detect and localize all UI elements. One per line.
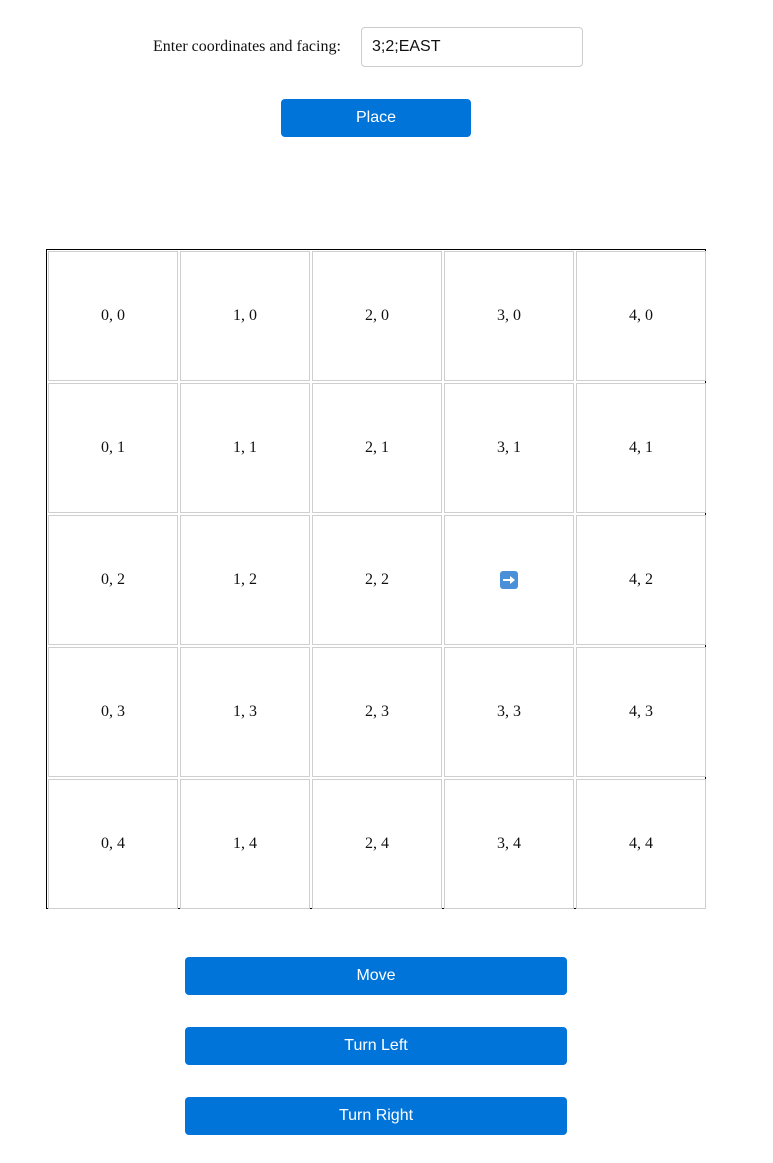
coordinates-form: Enter coordinates and facing: bbox=[0, 27, 773, 67]
grid-cell: 0, 3 bbox=[48, 647, 178, 777]
grid-cell: 1, 1 bbox=[180, 383, 310, 513]
grid-cell: 4, 1 bbox=[576, 383, 706, 513]
grid-cell: 0, 0 bbox=[48, 251, 178, 381]
grid-cell: 1, 2 bbox=[180, 515, 310, 645]
grid-cell: 0, 2 bbox=[48, 515, 178, 645]
grid-cell: 2, 4 bbox=[312, 779, 442, 909]
grid-cell: 3, 1 bbox=[444, 383, 574, 513]
grid-cell: 4, 2 bbox=[576, 515, 706, 645]
turn-left-button[interactable]: Turn Left bbox=[185, 1027, 567, 1065]
turn-right-button[interactable]: Turn Right bbox=[185, 1097, 567, 1135]
move-button[interactable]: Move bbox=[185, 957, 567, 995]
grid-cell: 2, 0 bbox=[312, 251, 442, 381]
grid-cell: 3, 4 bbox=[444, 779, 574, 909]
board-grid: 0, 0 1, 0 2, 0 3, 0 4, 0 0, 1 1, 1 2, 1 … bbox=[46, 249, 706, 909]
grid-cell: 2, 1 bbox=[312, 383, 442, 513]
grid-cell: 2, 3 bbox=[312, 647, 442, 777]
grid-cell: 3, 3 bbox=[444, 647, 574, 777]
grid-cell: 0, 4 bbox=[48, 779, 178, 909]
right-arrow-icon bbox=[500, 571, 518, 589]
place-button[interactable]: Place bbox=[281, 99, 471, 137]
robot-cell bbox=[444, 515, 574, 645]
grid-cell: 1, 4 bbox=[180, 779, 310, 909]
grid-cell: 4, 0 bbox=[576, 251, 706, 381]
grid-cell: 1, 0 bbox=[180, 251, 310, 381]
coordinates-input[interactable] bbox=[361, 27, 583, 67]
grid-cell: 2, 2 bbox=[312, 515, 442, 645]
grid-cell: 1, 3 bbox=[180, 647, 310, 777]
grid-cell: 4, 3 bbox=[576, 647, 706, 777]
grid-cell: 4, 4 bbox=[576, 779, 706, 909]
grid-cell: 3, 0 bbox=[444, 251, 574, 381]
coordinates-label: Enter coordinates and facing: bbox=[153, 38, 341, 55]
grid-cell: 0, 1 bbox=[48, 383, 178, 513]
